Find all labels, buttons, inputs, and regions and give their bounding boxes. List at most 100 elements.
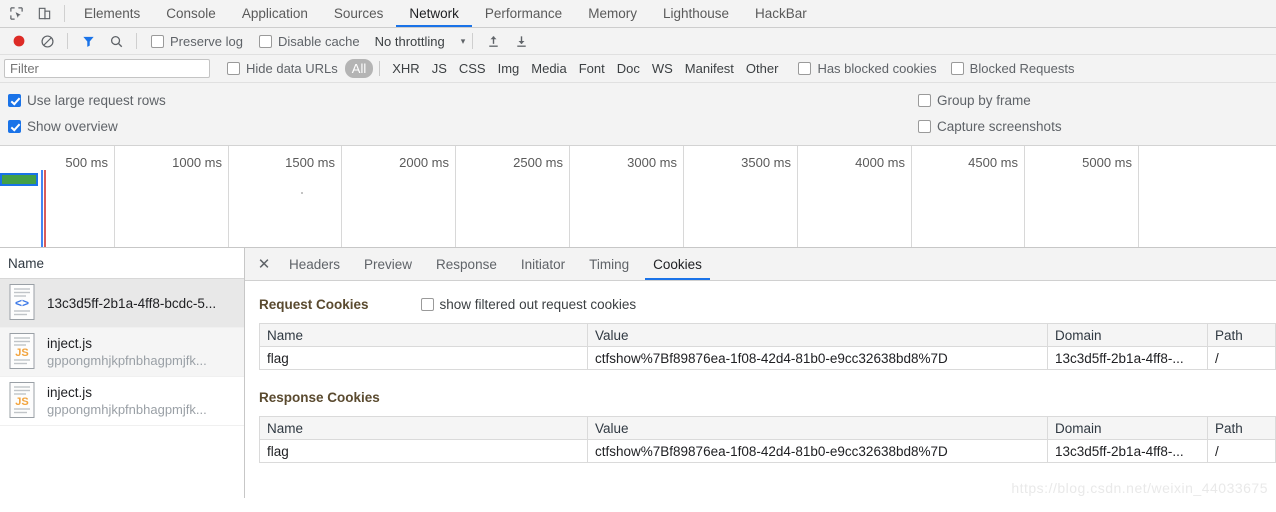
has-blocked-cookies-checkbox[interactable]: Has blocked cookies [798,61,937,76]
preserve-log-checkbox[interactable]: Preserve log [151,34,243,49]
tab-lighthouse[interactable]: Lighthouse [650,0,742,27]
column-header-domain[interactable]: Domain [1047,416,1208,440]
filter-type-manifest[interactable]: Manifest [679,59,740,78]
tab-hackbar[interactable]: HackBar [742,0,820,27]
cookie-value: ctfshow%7Bf89876ea-1f08-42d4-81b0-e9cc32… [587,439,1048,463]
close-icon[interactable]: ✕ [251,248,277,280]
request-list-item[interactable]: JS inject.js gppongmhjkpfnbhagpmjfk... [0,328,244,377]
checkbox-box [950,62,964,75]
request-list-item[interactable]: JS inject.js gppongmhjkpfnbhagpmjfk... [0,377,244,426]
overview-tick-label: 2500 ms [513,155,563,170]
record-button-icon[interactable] [6,29,32,53]
svg-text:JS: JS [15,347,28,359]
detail-tab-timing[interactable]: Timing [577,248,641,280]
detail-tab-initiator[interactable]: Initiator [509,248,577,280]
group-by-frame-label: Group by frame [937,92,1031,108]
network-control-toolbar: Preserve log Disable cache No throttling… [0,28,1276,55]
detail-tab-headers[interactable]: Headers [277,248,352,280]
overview-gridline [911,146,912,247]
request-item-subtitle: gppongmhjkpfnbhagpmjfk... [47,353,207,368]
detail-tab-label: Timing [589,256,630,272]
toolbar-divider [472,33,474,49]
tab-label: Lighthouse [662,6,730,21]
inspect-element-icon[interactable] [2,0,30,27]
detail-tab-label: Preview [364,256,413,272]
tab-performance[interactable]: Performance [472,0,575,27]
use-large-request-rows-label: Use large request rows [27,92,166,108]
filter-type-font[interactable]: Font [573,59,611,78]
filter-type-xhr[interactable]: XHR [386,59,425,78]
capture-screenshots-row[interactable]: Capture screenshots [918,113,1062,139]
tab-network[interactable]: Network [396,0,472,27]
detail-tab-response[interactable]: Response [424,248,509,280]
tab-sources[interactable]: Sources [321,0,397,27]
detail-tab-label: Initiator [520,256,566,272]
checkbox-box [798,62,812,75]
filter-input[interactable] [4,59,210,78]
search-icon[interactable] [103,29,129,53]
filter-bar: Hide data URLs All XHRJSCSSImgMediaFontDo… [0,55,1276,83]
request-cookies-header: Request Cookies show filtered out reques… [259,293,1262,315]
group-by-frame-checkbox[interactable]: Group by frame [918,93,1031,108]
use-large-request-rows-checkbox[interactable]: Use large request rows [8,93,166,108]
checkbox-box [258,34,272,48]
filter-type-css[interactable]: CSS [453,59,492,78]
toolbar-divider [67,33,68,49]
checkbox-box [8,119,21,133]
filter-type-all[interactable]: All [344,59,374,78]
request-item-texts: 13c3d5ff-2b1a-4ff8-bcdc-5... [47,296,216,311]
throttling-dropdown[interactable]: No throttling ▾ [375,34,466,49]
filter-funnel-icon[interactable] [75,29,101,53]
overview-gridline [228,146,229,247]
disable-cache-checkbox[interactable]: Disable cache [258,34,360,49]
filter-type-ws[interactable]: WS [646,59,679,78]
table-row[interactable]: flag ctfshow%7Bf89876ea-1f08-42d4-81b0-e… [259,346,1276,370]
table-row[interactable]: flag ctfshow%7Bf89876ea-1f08-42d4-81b0-e… [259,439,1276,463]
device-toolbar-icon[interactable] [30,0,58,27]
show-filtered-out-request-cookies-checkbox[interactable]: show filtered out request cookies [420,297,636,312]
detail-tab-cookies[interactable]: Cookies [641,248,714,280]
network-overview-timeline[interactable]: 500 ms 1000 ms 1500 ms 2000 ms 2500 ms 3000 m… [0,146,1276,248]
blocked-requests-checkbox[interactable]: Blocked Requests [950,61,1074,76]
import-har-icon[interactable] [480,29,506,53]
tab-console[interactable]: Console [153,0,229,27]
overview-gridline [1138,146,1139,247]
filter-type-doc[interactable]: Doc [611,59,646,78]
column-header-path[interactable]: Path [1207,323,1276,347]
filter-type-img[interactable]: Img [492,59,526,78]
column-header-name[interactable]: Name [259,416,588,440]
use-large-request-rows-row[interactable]: Use large request rows [0,87,1276,113]
clear-icon[interactable] [34,29,60,53]
capture-screenshots-checkbox[interactable]: Capture screenshots [918,119,1062,134]
tab-elements[interactable]: Elements [71,0,153,27]
column-header-value[interactable]: Value [587,416,1048,440]
svg-text:JS: JS [15,396,28,408]
column-header-value[interactable]: Value [587,323,1048,347]
show-overview-checkbox[interactable]: Show overview [8,119,118,134]
overview-tick-label: 1500 ms [285,155,335,170]
cookie-path: / [1207,346,1276,370]
detail-tab-label: Headers [289,256,341,272]
request-list-header[interactable]: Name [0,248,244,279]
column-header-path[interactable]: Path [1207,416,1276,440]
request-detail-panel: ✕ Headers Preview Response Initiator Timing C… [245,248,1276,498]
column-header-domain[interactable]: Domain [1047,323,1208,347]
column-header-name[interactable]: Name [259,323,588,347]
request-item-name: 13c3d5ff-2b1a-4ff8-bcdc-5... [47,295,217,311]
hide-data-urls-checkbox[interactable]: Hide data URLs [227,61,338,76]
request-list-panel: Name <> 13c3d5ff-2b1a-4ff8-bcdc-5... JS … [0,248,245,498]
filter-type-other[interactable]: Other [740,59,785,78]
overview-tick-label: 3000 ms [627,155,677,170]
toolbar-divider [64,5,65,22]
filter-type-js[interactable]: JS [426,59,453,78]
group-by-frame-row[interactable]: Group by frame [918,87,1062,113]
filter-type-media[interactable]: Media [525,59,572,78]
export-har-icon[interactable] [508,29,534,53]
chevron-down-icon: ▾ [460,35,466,46]
detail-tab-preview[interactable]: Preview [352,248,424,280]
show-overview-row[interactable]: Show overview [0,113,1276,139]
request-list-item[interactable]: <> 13c3d5ff-2b1a-4ff8-bcdc-5... [0,279,244,328]
tab-memory[interactable]: Memory [575,0,650,27]
detail-tabbar: ✕ Headers Preview Response Initiator Timing C… [245,248,1276,281]
tab-application[interactable]: Application [229,0,321,27]
